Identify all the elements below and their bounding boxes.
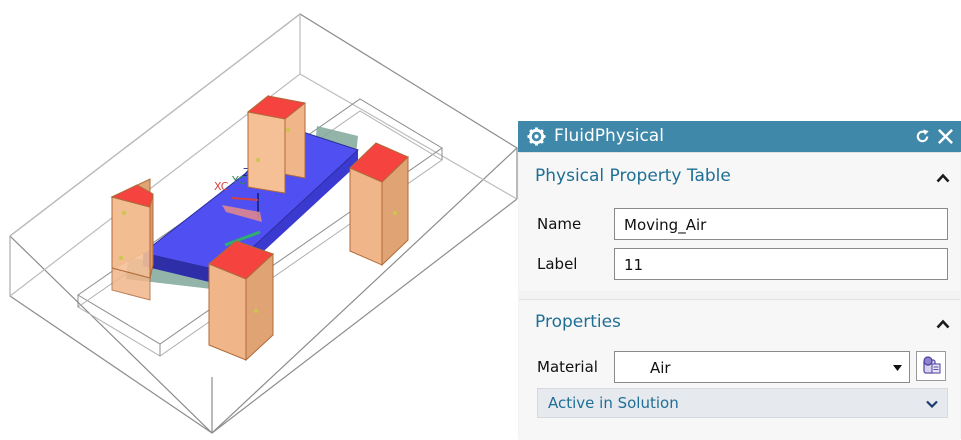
material-value: Air xyxy=(650,359,671,377)
model-scene: XC YC ZC xyxy=(9,12,518,434)
pillar-right xyxy=(349,142,409,267)
material-dropdown[interactable]: Air xyxy=(614,351,910,383)
active-in-solution-expander[interactable]: Active in Solution xyxy=(537,388,948,418)
pillar-front xyxy=(208,240,274,362)
section-header-properties[interactable]: Properties xyxy=(535,312,621,332)
fluid-physical-dialog: FluidPhysical Physical Property Table Na… xyxy=(518,121,961,440)
label-label: Label xyxy=(537,255,578,273)
name-label: Name xyxy=(537,215,582,233)
gear-icon xyxy=(527,127,546,146)
active-in-solution-label: Active in Solution xyxy=(548,394,679,412)
properties-section: Properties Material Air Active in Soluti… xyxy=(519,299,960,440)
graphics-viewport[interactable]: XC YC ZC xyxy=(0,0,530,439)
chevron-down-icon xyxy=(926,400,938,408)
triad-label-xc: XC xyxy=(214,180,229,193)
material-library-button[interactable] xyxy=(916,351,946,381)
chevron-up-icon[interactable] xyxy=(936,173,950,183)
dropdown-arrow-icon xyxy=(893,365,902,371)
name-field[interactable]: Moving_Air xyxy=(614,208,948,240)
section-header-physical-property-table[interactable]: Physical Property Table xyxy=(535,166,731,186)
material-label: Material xyxy=(537,358,598,376)
pillar-left xyxy=(110,178,154,301)
reset-icon[interactable] xyxy=(914,128,931,145)
physical-property-table-section: Physical Property Table Name Moving_Air … xyxy=(519,152,960,291)
label-field[interactable]: 11 xyxy=(614,248,948,280)
dialog-title: FluidPhysical xyxy=(554,126,664,146)
material-library-icon xyxy=(923,356,941,374)
close-icon[interactable] xyxy=(937,128,954,145)
chevron-up-icon[interactable] xyxy=(936,319,950,329)
dialog-title-bar[interactable]: FluidPhysical xyxy=(518,121,961,152)
